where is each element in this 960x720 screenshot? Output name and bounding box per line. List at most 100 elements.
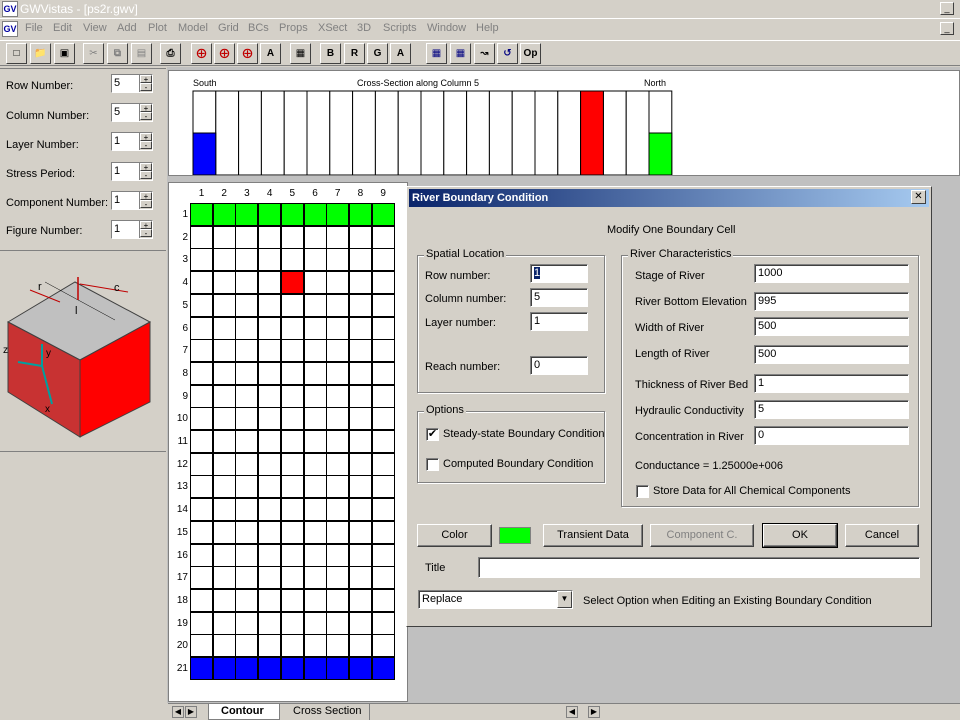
- grid-cell[interactable]: [348, 225, 372, 249]
- grid-cell[interactable]: [326, 316, 350, 340]
- calculator-icon[interactable]: ▦: [290, 43, 311, 64]
- grid-cell[interactable]: [371, 225, 395, 249]
- grid-cell[interactable]: [280, 384, 304, 408]
- open-folder-icon[interactable]: 📁: [30, 43, 51, 64]
- grid-cell[interactable]: [303, 339, 327, 363]
- grid-cell[interactable]: [326, 430, 350, 453]
- grid-cell[interactable]: [280, 430, 304, 453]
- grid-cell[interactable]: [371, 339, 395, 363]
- ok-button[interactable]: OK: [762, 523, 838, 548]
- grid-cell[interactable]: [190, 657, 213, 680]
- grid-cell[interactable]: [280, 475, 304, 499]
- grid-cell[interactable]: [371, 361, 395, 385]
- grid-cell[interactable]: [190, 430, 213, 453]
- menu-bcs[interactable]: BCs: [248, 22, 269, 34]
- grid-cell[interactable]: [280, 339, 304, 363]
- menu-view[interactable]: View: [83, 22, 107, 34]
- grid-cell[interactable]: [280, 203, 304, 226]
- grid-cell[interactable]: [303, 248, 327, 272]
- grid-cell[interactable]: [190, 543, 213, 567]
- grid-cell[interactable]: [348, 203, 372, 226]
- grid-cell[interactable]: [190, 634, 213, 658]
- grid-cell[interactable]: [235, 384, 259, 408]
- cut-icon[interactable]: ✂: [83, 43, 104, 64]
- grid-cell[interactable]: [280, 407, 304, 431]
- grid-cell[interactable]: [212, 566, 236, 590]
- length-input[interactable]: 500: [754, 345, 909, 364]
- grid-cell[interactable]: [280, 361, 304, 385]
- grid-cell[interactable]: [371, 475, 395, 499]
- reverse-pathline-icon[interactable]: ↺: [497, 43, 518, 64]
- grid-cell[interactable]: [258, 588, 282, 612]
- grid-cell[interactable]: [348, 248, 372, 272]
- steady-state-checkbox[interactable]: ✔: [426, 428, 439, 441]
- color-swatch[interactable]: [499, 527, 531, 544]
- grid-cell[interactable]: [280, 316, 304, 340]
- grid-cell[interactable]: [348, 407, 372, 431]
- grid-cell[interactable]: [280, 588, 304, 612]
- grid-cell[interactable]: [303, 225, 327, 249]
- grid-cell[interactable]: [190, 248, 213, 272]
- tab-scroll-right-icon[interactable]: ▶: [185, 706, 197, 718]
- grid-cell[interactable]: [371, 543, 395, 567]
- grid-cell[interactable]: [303, 520, 327, 544]
- grid-cell[interactable]: [371, 248, 395, 272]
- grid-cell[interactable]: [235, 452, 259, 476]
- grid-cell[interactable]: [348, 293, 372, 317]
- grid-cell[interactable]: [235, 293, 259, 317]
- grid-cell[interactable]: [212, 225, 236, 249]
- grid-cell[interactable]: [348, 430, 372, 453]
- grid-cell[interactable]: [280, 498, 304, 522]
- menu-grid[interactable]: Grid: [218, 22, 239, 34]
- text-frame-icon[interactable]: A: [260, 43, 281, 64]
- grid-cell[interactable]: [235, 475, 259, 499]
- grid-cell[interactable]: [326, 498, 350, 522]
- save-icon[interactable]: ▣: [54, 43, 75, 64]
- grid-cell[interactable]: [190, 611, 213, 635]
- grid-cell[interactable]: [348, 498, 372, 522]
- hscroll-left-icon[interactable]: ◀: [566, 706, 578, 718]
- tab-cross-section[interactable]: Cross Section: [280, 704, 370, 720]
- grid-cell[interactable]: [348, 475, 372, 499]
- grid-cell[interactable]: [212, 588, 236, 612]
- mdi-minimize-button[interactable]: _: [940, 22, 954, 35]
- grid-cell[interactable]: [235, 611, 259, 635]
- grid-cell[interactable]: [348, 611, 372, 635]
- blue-bc-icon[interactable]: B: [320, 43, 341, 64]
- grid-cell[interactable]: [235, 248, 259, 272]
- grid-cell[interactable]: [371, 588, 395, 612]
- figure-number-spinner[interactable]: 1 + -: [111, 220, 153, 239]
- grid-cell[interactable]: [212, 248, 236, 272]
- grid-cell[interactable]: [303, 543, 327, 567]
- tab-scroll-left-icon[interactable]: ◀: [172, 706, 184, 718]
- grid-cell[interactable]: [258, 520, 282, 544]
- grid-cell[interactable]: [348, 634, 372, 658]
- grid-cell[interactable]: [235, 588, 259, 612]
- zoom-in-icon[interactable]: ⨁: [191, 43, 212, 64]
- bottom-elev-input[interactable]: 995: [754, 292, 909, 311]
- grid-cell[interactable]: [348, 271, 372, 295]
- grid-cell[interactable]: [190, 498, 213, 522]
- menu-scripts[interactable]: Scripts: [383, 22, 417, 34]
- grid-cell[interactable]: [326, 293, 350, 317]
- grid-cell[interactable]: [326, 248, 350, 272]
- grid-cell[interactable]: [348, 588, 372, 612]
- zoom-full-icon[interactable]: ⨁: [237, 43, 258, 64]
- grid-cell[interactable]: [371, 498, 395, 522]
- layer-input[interactable]: 1: [530, 312, 588, 331]
- grid-cell[interactable]: [235, 520, 259, 544]
- grid-cell[interactable]: [212, 498, 236, 522]
- grid-cell[interactable]: [348, 316, 372, 340]
- grid-cell[interactable]: [235, 339, 259, 363]
- menu-xsect[interactable]: XSect: [318, 22, 347, 34]
- grid-cell[interactable]: [258, 543, 282, 567]
- grid-cell[interactable]: [371, 293, 395, 317]
- grid-cell[interactable]: [258, 475, 282, 499]
- grid-cell[interactable]: [371, 316, 395, 340]
- chevron-down-icon[interactable]: ▼: [557, 591, 572, 608]
- grid-cell[interactable]: [258, 384, 282, 408]
- grid-cell[interactable]: [235, 634, 259, 658]
- grid-cell[interactable]: [326, 543, 350, 567]
- red-bc-icon[interactable]: R: [344, 43, 365, 64]
- grid-cell[interactable]: [280, 520, 304, 544]
